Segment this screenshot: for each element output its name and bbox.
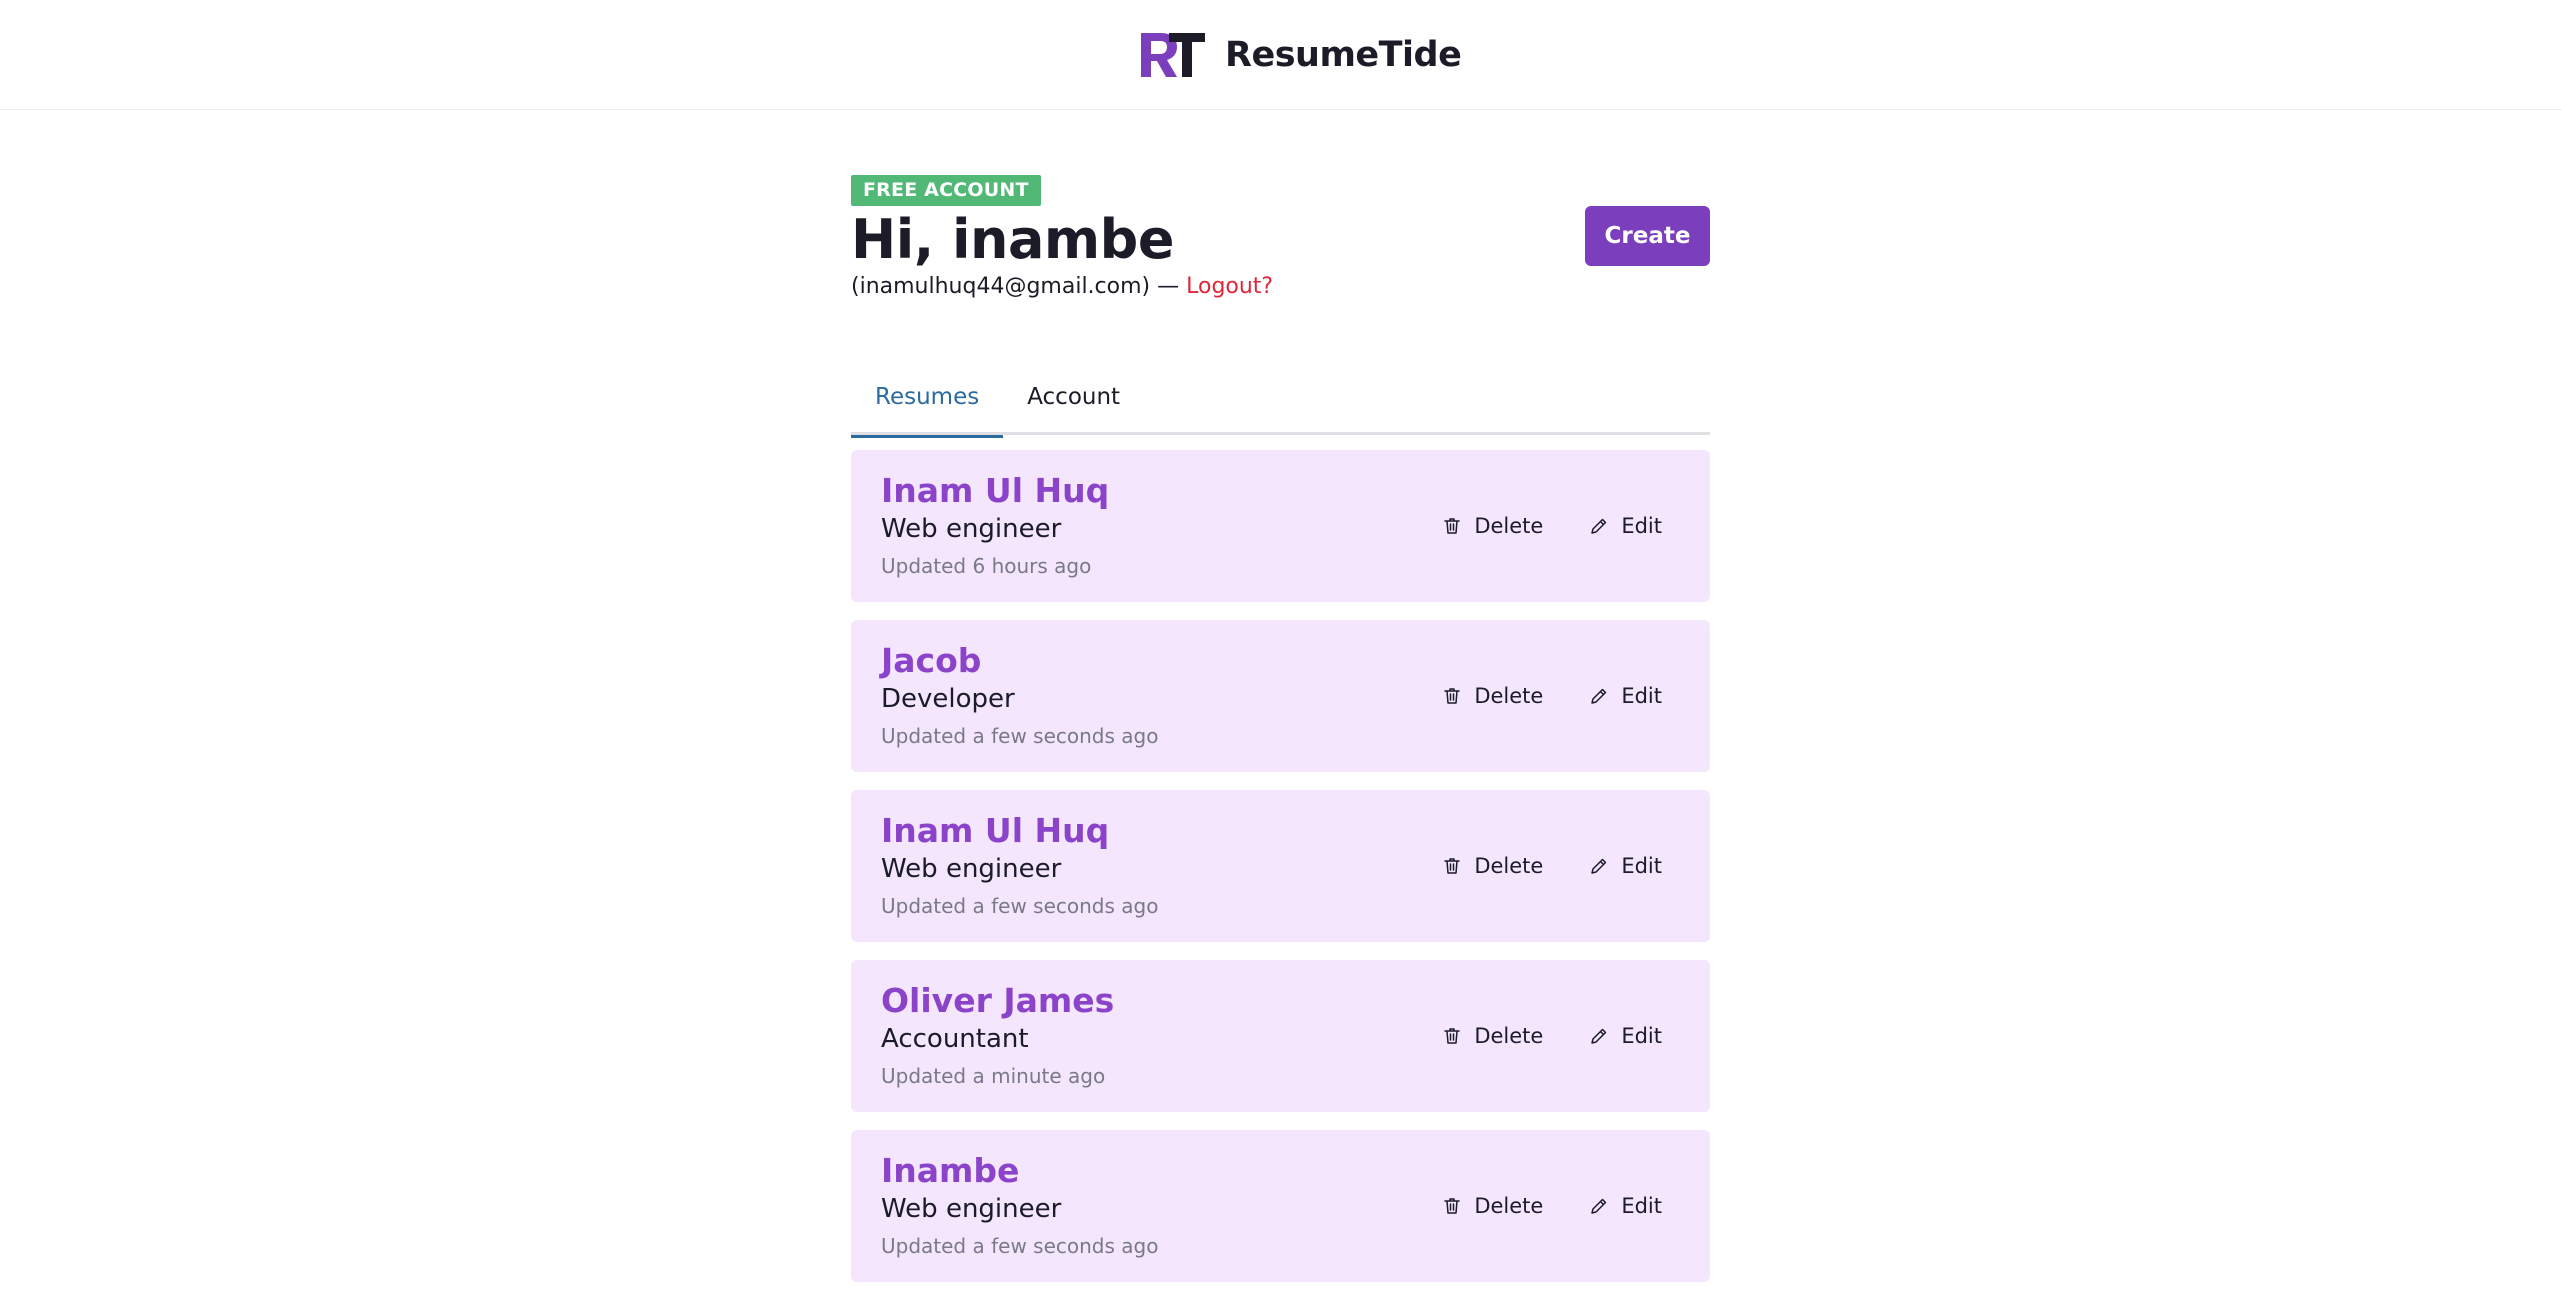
pencil-icon	[1591, 688, 1607, 704]
create-button[interactable]: Create	[1585, 206, 1710, 266]
edit-label: Edit	[1621, 1024, 1662, 1048]
resume-updated: Updated a few seconds ago	[881, 724, 1159, 748]
delete-label: Delete	[1474, 514, 1544, 538]
resume-card[interactable]: Jacob Developer Updated a few seconds ag…	[851, 620, 1710, 772]
resume-card[interactable]: Inam Ul Huq Web engineer Updated a few s…	[851, 790, 1710, 942]
resume-name: Oliver James	[881, 981, 1115, 1020]
trash-icon	[1444, 858, 1461, 874]
resume-card[interactable]: Inam Ul Huq Web engineer Updated 6 hours…	[851, 450, 1710, 602]
resume-actions: Delete Edit	[1442, 620, 1662, 772]
resume-card[interactable]: Oliver James Accountant Updated a minute…	[851, 960, 1710, 1112]
resume-actions: Delete Edit	[1442, 1130, 1662, 1282]
greeting-heading: Hi, inambe	[851, 208, 1174, 271]
edit-button[interactable]: Edit	[1589, 1024, 1662, 1048]
edit-button[interactable]: Edit	[1589, 684, 1662, 708]
resume-role: Web engineer	[881, 854, 1062, 884]
brand-name: ResumeTide	[1225, 35, 1462, 75]
trash-icon	[1444, 1198, 1461, 1214]
delete-label: Delete	[1474, 854, 1544, 878]
delete-button[interactable]: Delete	[1442, 514, 1543, 538]
resume-card[interactable]: Inambe Web engineer Updated a few second…	[851, 1130, 1710, 1282]
edit-label: Edit	[1621, 514, 1662, 538]
trash-icon	[1444, 688, 1461, 704]
edit-label: Edit	[1621, 684, 1662, 708]
pencil-icon	[1591, 1198, 1607, 1214]
account-email: (inamulhuq44@gmail.com) —	[851, 274, 1187, 299]
delete-button[interactable]: Delete	[1442, 684, 1543, 708]
resume-updated: Updated a few seconds ago	[881, 1234, 1159, 1258]
resume-name: Jacob	[881, 641, 982, 680]
trash-icon	[1444, 518, 1461, 534]
brand[interactable]: ResumeTide	[1141, 28, 1462, 82]
pencil-icon	[1591, 518, 1607, 534]
delete-button[interactable]: Delete	[1442, 1194, 1543, 1218]
edit-label: Edit	[1621, 854, 1662, 878]
resume-role: Web engineer	[881, 1194, 1062, 1224]
edit-label: Edit	[1621, 1194, 1662, 1218]
resume-updated: Updated 6 hours ago	[881, 554, 1092, 578]
resume-role: Developer	[881, 684, 1015, 714]
delete-button[interactable]: Delete	[1442, 854, 1543, 878]
delete-label: Delete	[1474, 684, 1544, 708]
edit-button[interactable]: Edit	[1589, 514, 1662, 538]
resume-actions: Delete Edit	[1442, 450, 1662, 602]
resume-role: Web engineer	[881, 514, 1062, 544]
resumetide-logo-icon	[1141, 33, 1205, 77]
resume-updated: Updated a minute ago	[881, 1064, 1106, 1088]
edit-button[interactable]: Edit	[1589, 1194, 1662, 1218]
tab-resumes[interactable]: Resumes	[851, 360, 1004, 438]
edit-button[interactable]: Edit	[1589, 854, 1662, 878]
trash-icon	[1444, 1028, 1461, 1044]
resume-name: Inambe	[881, 1151, 1020, 1190]
resume-actions: Delete Edit	[1442, 790, 1662, 942]
logout-link[interactable]: Logout?	[1186, 274, 1273, 299]
resume-list: Inam Ul Huq Web engineer Updated 6 hours…	[851, 450, 1710, 1300]
top-bar: ResumeTide	[0, 0, 2561, 110]
account-email-line: (inamulhuq44@gmail.com) — Logout?	[851, 272, 1273, 302]
tab-account[interactable]: Account	[1003, 360, 1144, 435]
resume-role: Accountant	[881, 1024, 1029, 1054]
dashboard-tabs: Resumes Account	[851, 360, 1710, 438]
pencil-icon	[1591, 858, 1607, 874]
resume-updated: Updated a few seconds ago	[881, 894, 1159, 918]
delete-label: Delete	[1474, 1024, 1544, 1048]
account-type-badge: FREE ACCOUNT	[851, 175, 1041, 206]
pencil-icon	[1591, 1028, 1607, 1044]
delete-label: Delete	[1474, 1194, 1544, 1218]
delete-button[interactable]: Delete	[1442, 1024, 1543, 1048]
resume-actions: Delete Edit	[1442, 960, 1662, 1112]
resume-name: Inam Ul Huq	[881, 811, 1110, 850]
resume-name: Inam Ul Huq	[881, 471, 1110, 510]
